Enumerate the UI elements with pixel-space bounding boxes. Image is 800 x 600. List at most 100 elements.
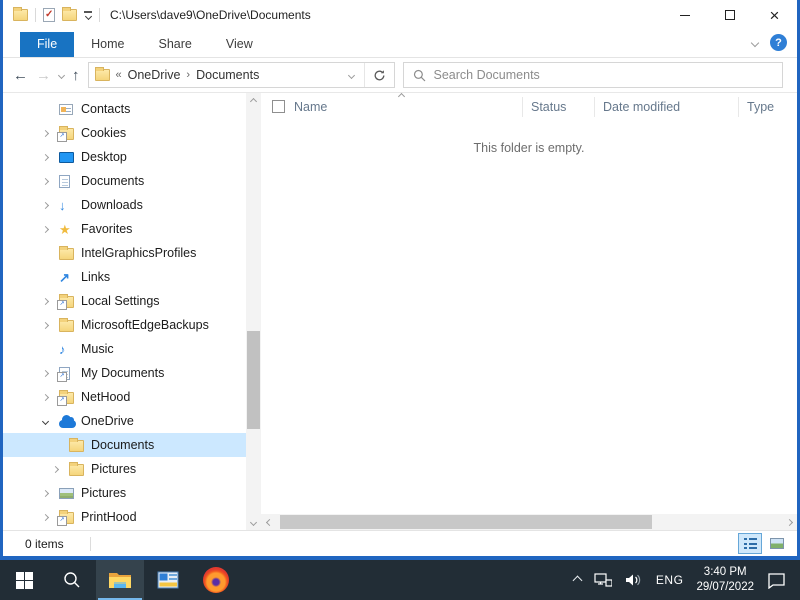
back-button[interactable]: ← <box>13 68 28 83</box>
tree-item-label: Local Settings <box>81 294 160 308</box>
tree-item-documents[interactable]: Documents <box>3 433 246 457</box>
taskbar-system-window-button[interactable] <box>144 560 192 600</box>
file-explorer-icon <box>108 570 132 590</box>
taskbar-clock[interactable]: 3:40 PM 29/07/2022 <box>696 565 754 595</box>
tab-view[interactable]: View <box>209 32 270 57</box>
tree-item-desktop[interactable]: Desktop <box>3 145 246 169</box>
chevron-right-icon[interactable] <box>42 321 49 328</box>
tray-overflow-button[interactable] <box>574 577 581 584</box>
large-icons-view-button[interactable] <box>765 533 789 554</box>
tree-item-nethood[interactable]: NetHood <box>3 385 246 409</box>
properties-check-icon[interactable] <box>43 8 55 22</box>
tab-home[interactable]: Home <box>74 32 141 57</box>
start-button[interactable] <box>0 560 48 600</box>
taskbar-file-explorer-button[interactable] <box>96 560 144 600</box>
folder-icon <box>59 246 81 260</box>
system-tray: ENG 3:40 PM 29/07/2022 <box>574 565 800 595</box>
folder-shortcut-icon <box>59 510 81 524</box>
tree-item-onedrive[interactable]: OneDrive <box>3 409 246 433</box>
chevron-right-icon[interactable] <box>42 393 49 400</box>
sidebar-scrollbar[interactable] <box>246 93 261 530</box>
tree-item-pictures[interactable]: Pictures <box>3 457 246 481</box>
tab-share[interactable]: Share <box>142 32 209 57</box>
tree-item-music[interactable]: ♪Music <box>3 337 246 361</box>
tree-item-documents[interactable]: Documents <box>3 169 246 193</box>
breadcrumb-segment-documents[interactable]: Documents <box>196 68 259 82</box>
forward-button[interactable]: → <box>36 68 51 83</box>
volume-tray-button[interactable] <box>625 572 643 588</box>
chevron-right-icon[interactable] <box>42 177 49 184</box>
chevron-up-icon <box>250 97 257 104</box>
breadcrumb-segment-onedrive[interactable]: OneDrive <box>128 68 181 82</box>
chevron-right-icon[interactable] <box>42 369 49 376</box>
search-icon <box>63 571 81 589</box>
minimize-button[interactable] <box>662 0 707 30</box>
scrollbar-thumb[interactable] <box>280 515 652 529</box>
horizontal-scrollbar[interactable] <box>261 514 797 530</box>
tree-item-cookies[interactable]: Cookies <box>3 121 246 145</box>
tree-item-label: OneDrive <box>81 414 134 428</box>
scroll-right-button[interactable] <box>781 514 797 530</box>
tree-item-downloads[interactable]: ↓Downloads <box>3 193 246 217</box>
tree-item-pictures[interactable]: Pictures <box>3 481 246 505</box>
action-center-button[interactable] <box>767 572 786 589</box>
chevron-down-icon[interactable] <box>42 417 49 424</box>
expand-ribbon-chevron-icon[interactable] <box>751 38 759 46</box>
help-icon[interactable]: ? <box>770 34 787 51</box>
column-header-type[interactable]: Type <box>739 97 797 117</box>
network-tray-button[interactable] <box>594 572 612 588</box>
up-button[interactable]: ↑ <box>72 68 80 83</box>
desktop-icon <box>59 152 81 163</box>
tree-item-intelgraphicsprofiles[interactable]: IntelGraphicsProfiles <box>3 241 246 265</box>
breadcrumb-overflow-button[interactable]: « <box>116 69 122 81</box>
chevron-right-icon[interactable] <box>42 201 49 208</box>
chevron-right-icon[interactable] <box>42 297 49 304</box>
refresh-button[interactable] <box>364 63 394 87</box>
tree-item-local-settings[interactable]: Local Settings <box>3 289 246 313</box>
tree-item-microsoftedgebackups[interactable]: MicrosoftEdgeBackups <box>3 313 246 337</box>
tree-item-printhood[interactable]: PrintHood <box>3 505 246 529</box>
close-button[interactable]: × <box>752 0 797 30</box>
address-dropdown-button[interactable] <box>340 63 364 87</box>
customize-chevron-icon[interactable] <box>84 11 92 19</box>
chevron-right-icon[interactable] <box>42 153 49 160</box>
details-view-button[interactable] <box>738 533 762 554</box>
maximize-button[interactable] <box>707 0 752 30</box>
chevron-right-icon[interactable] <box>42 225 49 232</box>
tab-file[interactable]: File <box>20 32 74 57</box>
search-input[interactable] <box>434 68 774 82</box>
document-shortcut-icon <box>59 367 81 380</box>
title-bar: C:\Users\dave9\OneDrive\Documents × <box>3 0 797 30</box>
cloud-icon <box>59 415 81 428</box>
language-indicator[interactable]: ENG <box>656 573 684 587</box>
taskbar-search-button[interactable] <box>48 560 96 600</box>
tree-item-my-documents[interactable]: My Documents <box>3 361 246 385</box>
select-all-checkbox[interactable] <box>272 100 285 113</box>
column-header-date-modified[interactable]: Date modified <box>595 97 739 117</box>
chevron-right-icon[interactable] <box>42 129 49 136</box>
column-header-name[interactable]: Name <box>261 97 523 117</box>
recent-locations-chevron-icon[interactable] <box>58 71 65 78</box>
file-list-pane: NameStatusDate modifiedType This folder … <box>261 93 797 530</box>
tree-item-favorites[interactable]: ★Favorites <box>3 217 246 241</box>
chevron-right-icon[interactable] <box>52 465 59 472</box>
address-bar[interactable]: « OneDrive › Documents <box>88 62 395 88</box>
taskbar-firefox-button[interactable] <box>192 560 240 600</box>
expander-cell <box>43 179 59 184</box>
scroll-up-button[interactable] <box>246 93 261 109</box>
tree-item-contacts[interactable]: Contacts <box>3 97 246 121</box>
expander-cell <box>53 467 69 472</box>
minimize-icon <box>680 15 690 16</box>
desktop: C:\Users\dave9\OneDrive\Documents × File… <box>0 0 800 600</box>
folder-icon <box>69 438 91 452</box>
chevron-right-icon[interactable] <box>42 513 49 520</box>
column-header-status[interactable]: Status <box>523 97 595 117</box>
scroll-down-button[interactable] <box>246 514 261 530</box>
scroll-left-button[interactable] <box>261 514 277 530</box>
new-folder-icon[interactable] <box>62 9 77 21</box>
chevron-right-icon[interactable] <box>42 489 49 496</box>
download-icon: ↓ <box>59 199 81 212</box>
scrollbar-thumb[interactable] <box>247 331 260 429</box>
search-box[interactable] <box>403 62 784 88</box>
tree-item-links[interactable]: ↗Links <box>3 265 246 289</box>
